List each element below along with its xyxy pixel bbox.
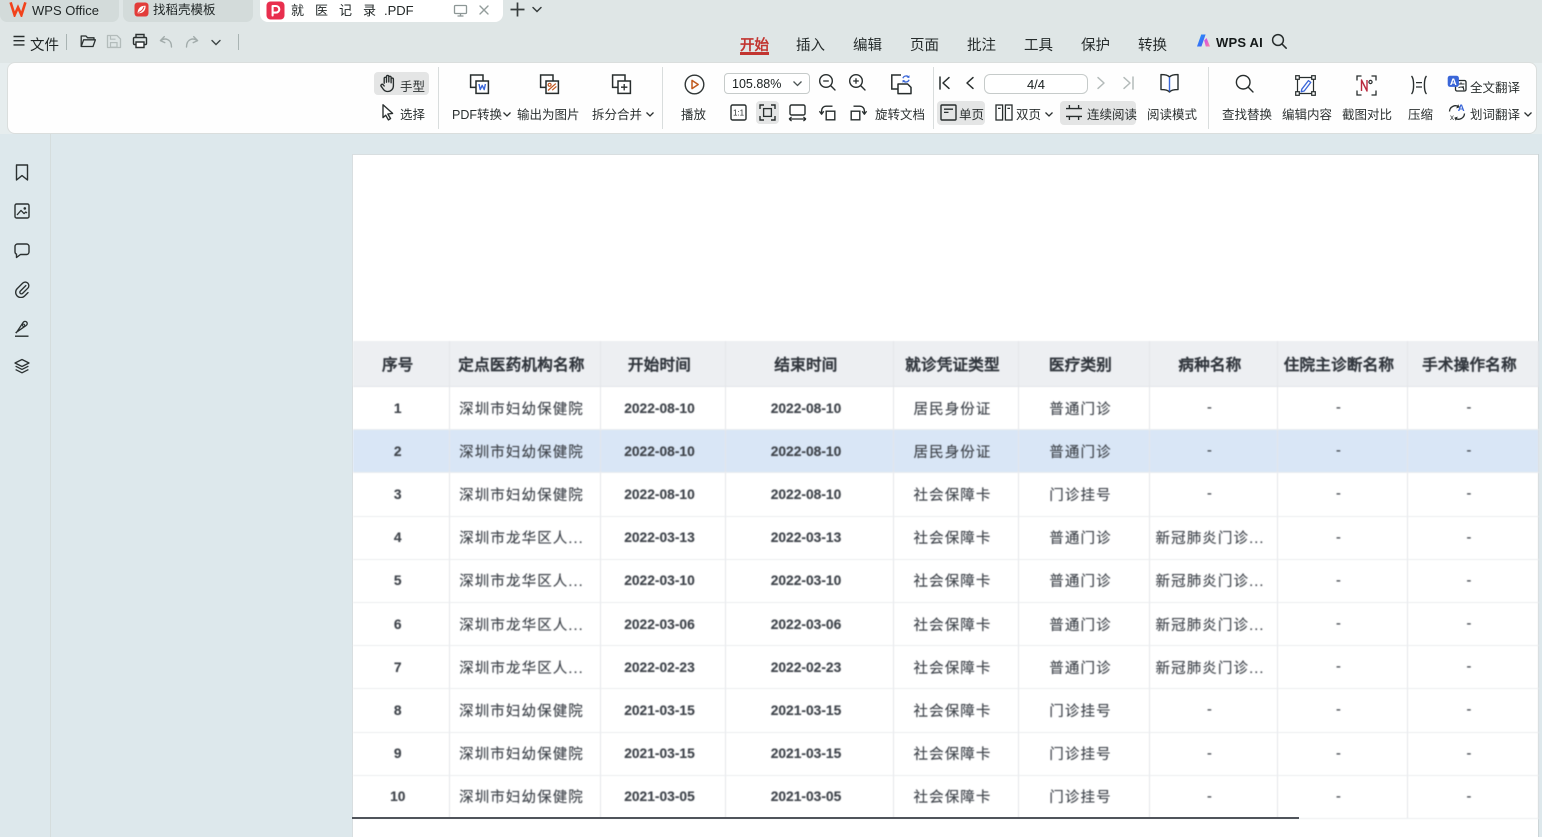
svg-text:x: x [1450,113,1454,122]
svg-text:A: A [1450,77,1457,88]
svg-text:A: A [1458,103,1465,114]
svg-text:1:1: 1:1 [733,109,745,118]
